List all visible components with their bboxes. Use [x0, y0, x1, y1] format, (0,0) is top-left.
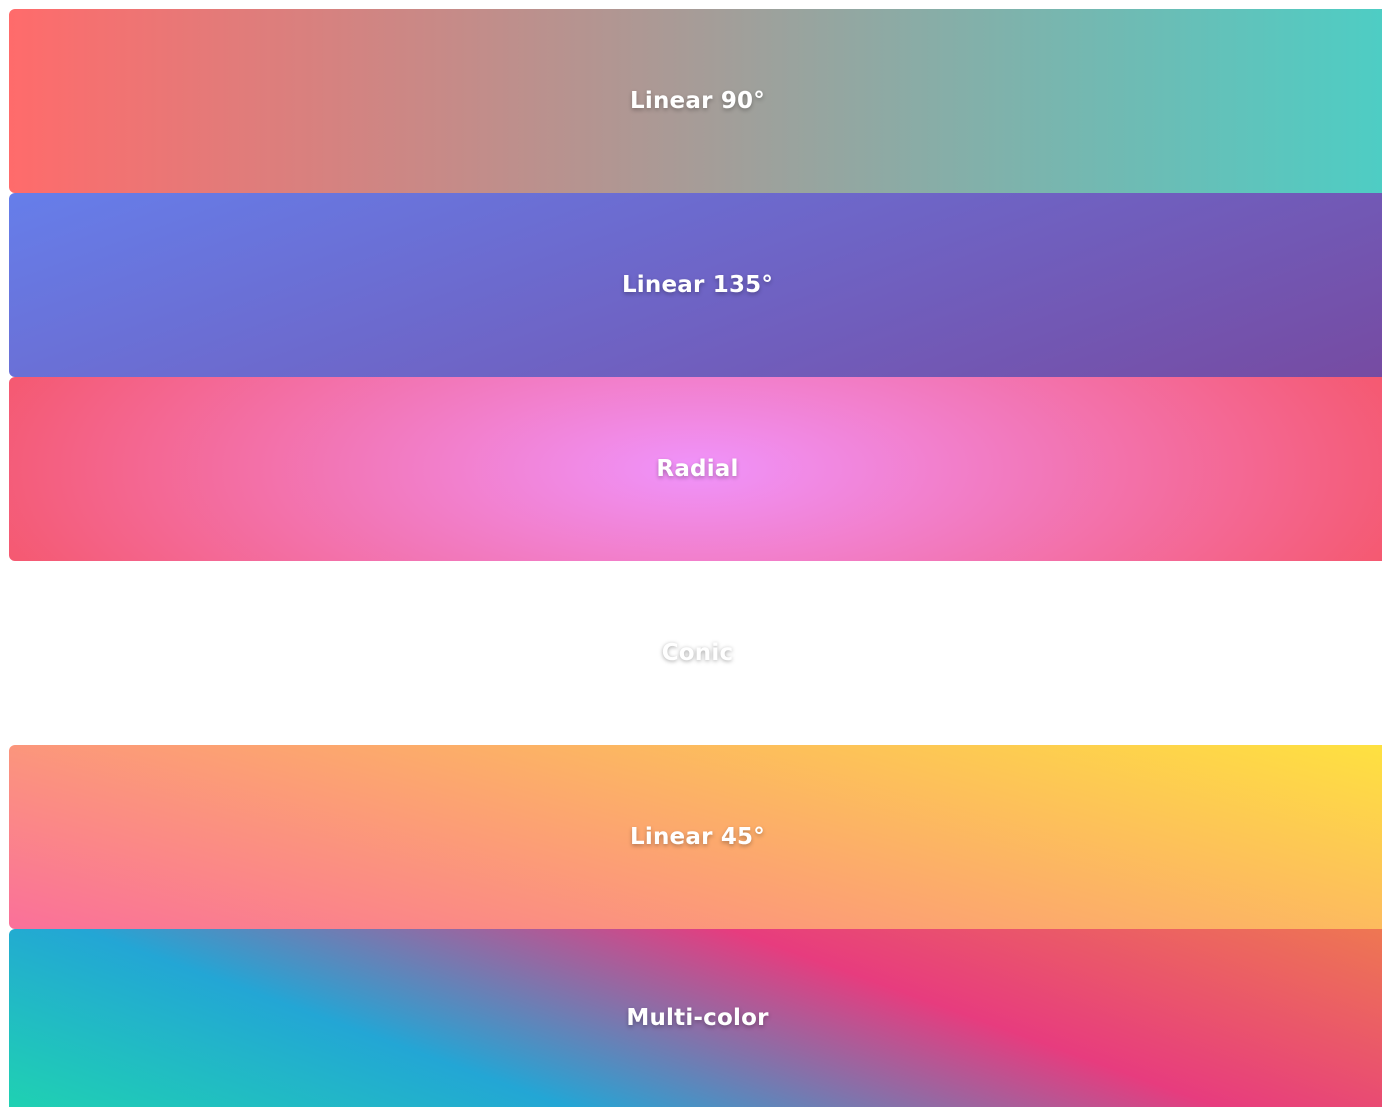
swatch-label: Radial — [656, 456, 739, 482]
swatch-label: Linear 90° — [630, 88, 765, 114]
swatch-label: Linear 135° — [621, 272, 774, 298]
swatch-label: Conic — [661, 640, 734, 666]
swatch-radial: Radial — [9, 377, 1382, 561]
gradient-swatch-list: Linear 90° Linear 135° Radial Conic Line… — [9, 9, 1382, 1107]
swatch-linear-135: Linear 135° — [9, 193, 1382, 377]
swatch-linear-45: Linear 45° — [9, 745, 1382, 929]
swatch-linear-90: Linear 90° — [9, 9, 1382, 193]
swatch-conic: Conic — [9, 561, 1382, 745]
swatch-multi-color: Multi-color — [9, 929, 1382, 1107]
swatch-label: Linear 45° — [630, 824, 765, 850]
swatch-label: Multi-color — [626, 1005, 769, 1031]
